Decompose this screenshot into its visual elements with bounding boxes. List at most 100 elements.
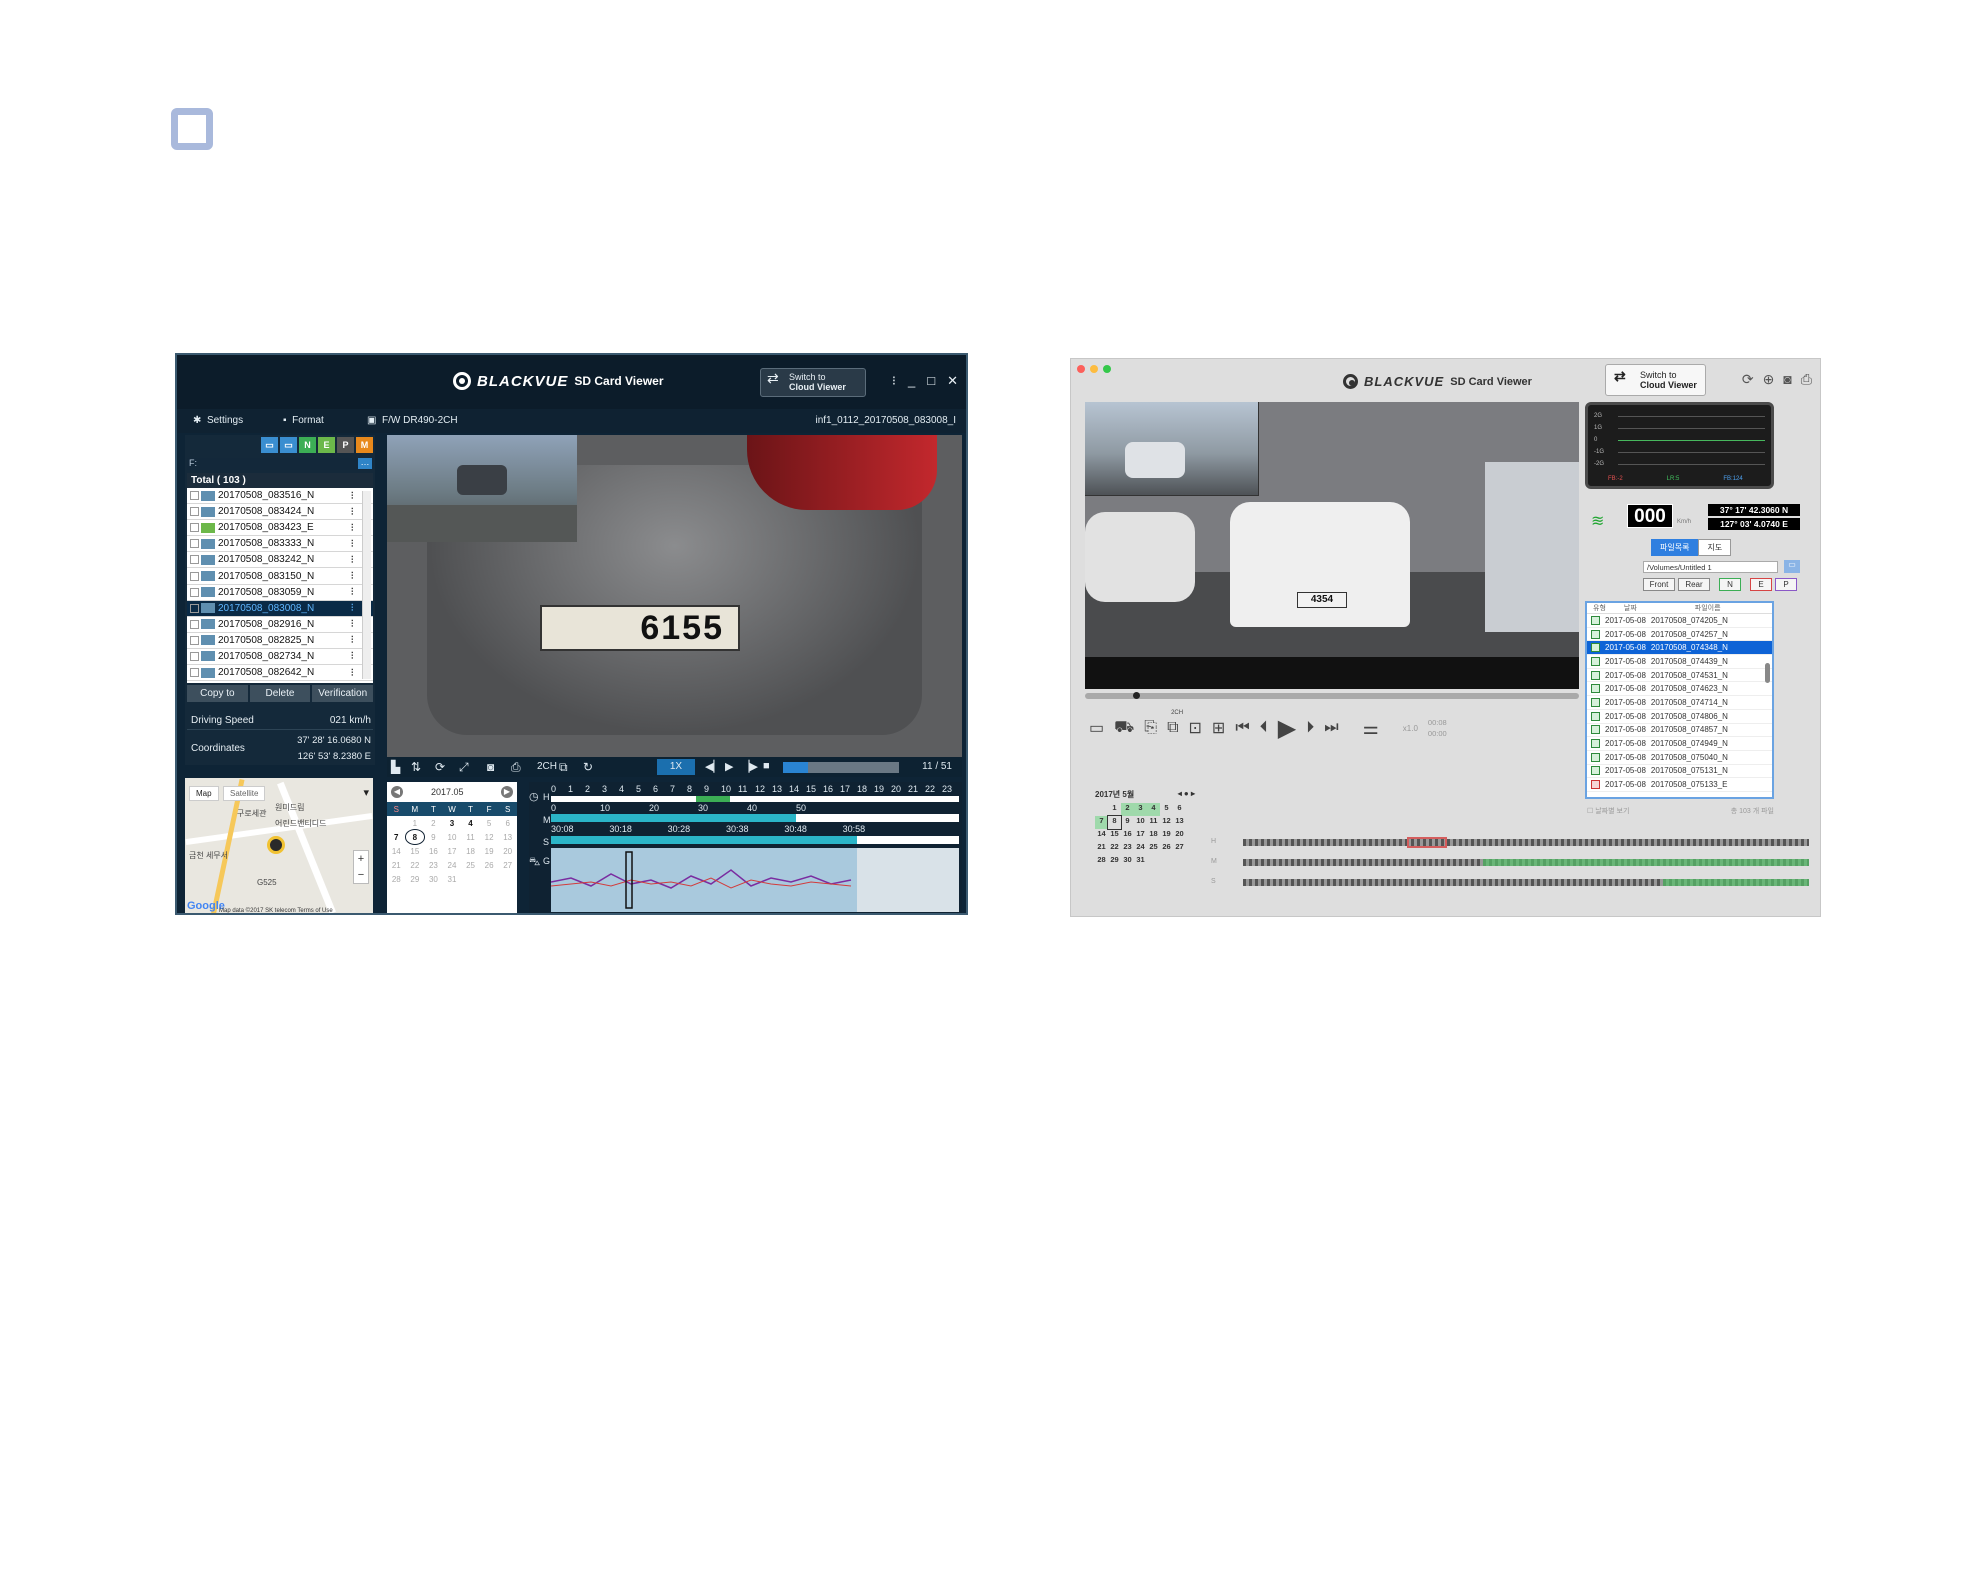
mac-e-button[interactable]: E [1750,578,1772,591]
file-checkbox[interactable] [190,651,199,661]
file-checkbox[interactable] [190,523,199,533]
mac-list-scrollbar[interactable] [1765,663,1770,683]
mac-front-button[interactable]: Front [1643,578,1675,591]
file-list-item[interactable]: 20170508_083333_N ⁝ [187,536,373,553]
close-dot-icon[interactable] [1077,365,1085,373]
mac-calendar-day[interactable]: 29 [1108,855,1121,868]
file-menu-icon[interactable]: ⁝ [351,651,355,662]
format-menu[interactable]: ▪ Format [283,415,324,426]
mac-calendar-day[interactable]: 16 [1121,829,1134,842]
mac-calendar-nav-icon[interactable]: ◂ ● ▸ [1178,789,1195,798]
file-list-item[interactable]: 20170508_083424_N ⁝ [187,504,373,521]
copy-to-button[interactable]: Copy to [187,685,248,702]
video-player[interactable]: 6155 [387,435,962,757]
mac-file-list-item[interactable]: 2017-05-08 20170508_074806_N [1587,710,1772,724]
mac-by-date-checkbox[interactable]: ☐ 날짜별 보기 [1587,806,1629,816]
mac-file-list-item[interactable]: 2017-05-08 20170508_074623_N [1587,682,1772,697]
repeat-icon[interactable]: ↻ [583,760,593,774]
mac-grid-icon[interactable]: ⊞ [1212,718,1225,738]
file-menu-icon[interactable]: ⁝ [351,522,355,533]
file-list-item[interactable]: 20170508_083516_N ⁝ [187,488,373,505]
mac-file-list-tab[interactable]: 파일목록 [1651,539,1699,556]
file-list-item[interactable]: 20170508_082916_N ⁝ [187,617,373,633]
calendar-day[interactable]: 3 [443,816,462,830]
print-icon[interactable]: ⎙ [1801,371,1812,388]
calendar-day[interactable]: 13 [498,830,517,844]
rotate-icon[interactable]: ⟳ [435,760,445,774]
mac-calendar-day[interactable]: 22 [1108,842,1121,855]
file-list-item[interactable]: 20170508_083059_N ⁝ [187,585,373,601]
filter-front-icon[interactable]: ▭ [261,437,278,453]
mac-calendar-day[interactable]: 7 [1095,816,1108,829]
calendar-day[interactable]: 15 [406,844,425,858]
file-checkbox[interactable] [190,668,199,678]
mac-skip-forward-icon[interactable]: ⏭ [1324,719,1338,737]
mac-calendar-day[interactable]: 9 [1121,816,1134,829]
calendar-day[interactable]: 8 [404,829,426,845]
mac-file-list-item[interactable]: 2017-05-08 20170508_074857_N [1587,724,1772,738]
file-menu-icon[interactable]: ⁝ [351,587,355,598]
mac-calendar-day[interactable]: 3 [1134,803,1147,816]
mac-prev-frame-icon[interactable]: ⏴ [1260,719,1268,737]
mac-open-icon[interactable]: ▭ [1089,718,1104,738]
filter-rear-icon[interactable]: ▭ [280,437,297,453]
mac-second-track[interactable] [1243,879,1809,886]
mac-calendar-day[interactable]: 28 [1095,855,1108,868]
street-view-icon[interactable]: ▾ [363,786,369,799]
mac-calendar-day[interactable]: 15 [1108,829,1121,842]
mac-calendar-day[interactable]: 17 [1134,829,1147,842]
file-list-scrollbar[interactable] [362,491,371,679]
calendar-day[interactable]: 16 [424,844,443,858]
mac-calendar-day[interactable]: 2 [1121,803,1134,816]
calendar-next-icon[interactable]: ▶ [501,786,513,798]
calendar-day[interactable]: 2 [424,816,443,830]
mac-file-list-item[interactable]: 2017-05-08 20170508_075040_N [1587,751,1772,765]
mac-calendar-day[interactable]: 11 [1147,816,1160,829]
progress-track[interactable] [783,762,899,773]
calendar-day[interactable]: 4 [461,816,480,830]
minimize-dot-icon[interactable] [1090,365,1098,373]
filter-p-badge[interactable]: P [337,437,354,453]
calendar-day[interactable]: 22 [406,858,425,872]
delete-button[interactable]: Delete [249,685,311,702]
mac-calendar-day[interactable]: 20 [1173,829,1186,842]
file-list-item[interactable]: 20170508_083150_N ⁝ [187,568,373,585]
mac-n-button[interactable]: N [1719,578,1741,591]
mac-p-button[interactable]: P [1775,578,1797,591]
mac-rear-button[interactable]: Rear [1678,578,1710,591]
filter-n-badge[interactable]: N [299,437,316,453]
flip-icon[interactable]: ⇅ [411,760,421,774]
mac-video-player[interactable]: 4354 [1085,402,1579,689]
zoom-dot-icon[interactable] [1103,365,1111,373]
prev-frame-icon[interactable]: ◀▏ [705,760,722,773]
file-checkbox[interactable] [190,555,199,565]
mac-calendar-day[interactable]: 5 [1160,803,1173,816]
minute-track[interactable] [551,814,959,822]
calendar-day[interactable]: 14 [387,844,406,858]
calendar-day[interactable]: 19 [480,844,499,858]
calendar-day[interactable]: 17 [443,844,462,858]
fullscreen-icon[interactable]: ⤢ [459,760,469,775]
map-panel[interactable]: Map Satellite 구로세관 원미드림 어린드밴티디드 금천 세무서 G… [185,778,373,913]
switch-to-cloud-button[interactable]: ⇄ Switch to Cloud Viewer [760,368,866,397]
calendar-day[interactable]: 29 [406,872,425,886]
mac-calendar-day[interactable]: 26 [1160,842,1173,855]
calendar-day[interactable]: 30 [424,872,443,886]
calendar-day[interactable]: 1 [406,816,425,830]
file-checkbox[interactable] [190,491,199,501]
calendar-day[interactable]: 24 [443,858,462,872]
minimize-icon[interactable]: _ [908,373,915,389]
file-checkbox[interactable] [190,571,199,581]
mac-file-list-item[interactable]: 2017-05-08 20170508_074348_N [1587,641,1772,656]
calendar-day[interactable]: 10 [443,830,462,844]
mac-volume-slider-icon[interactable]: ⚌ [1363,718,1379,739]
mac-calendar-day[interactable]: 25 [1147,842,1160,855]
mac-calendar-day[interactable]: 24 [1134,842,1147,855]
mac-calendar-day[interactable]: 19 [1160,829,1173,842]
calendar-day[interactable]: 11 [461,830,480,844]
mac-file-list-item[interactable]: 2017-05-08 20170508_075133_E [1587,778,1772,792]
calendar-prev-icon[interactable]: ◀ [391,786,403,798]
rear-camera-inset[interactable] [387,435,577,542]
file-menu-icon[interactable]: ⁝ [351,603,355,614]
calendar-day[interactable]: 5 [480,816,499,830]
